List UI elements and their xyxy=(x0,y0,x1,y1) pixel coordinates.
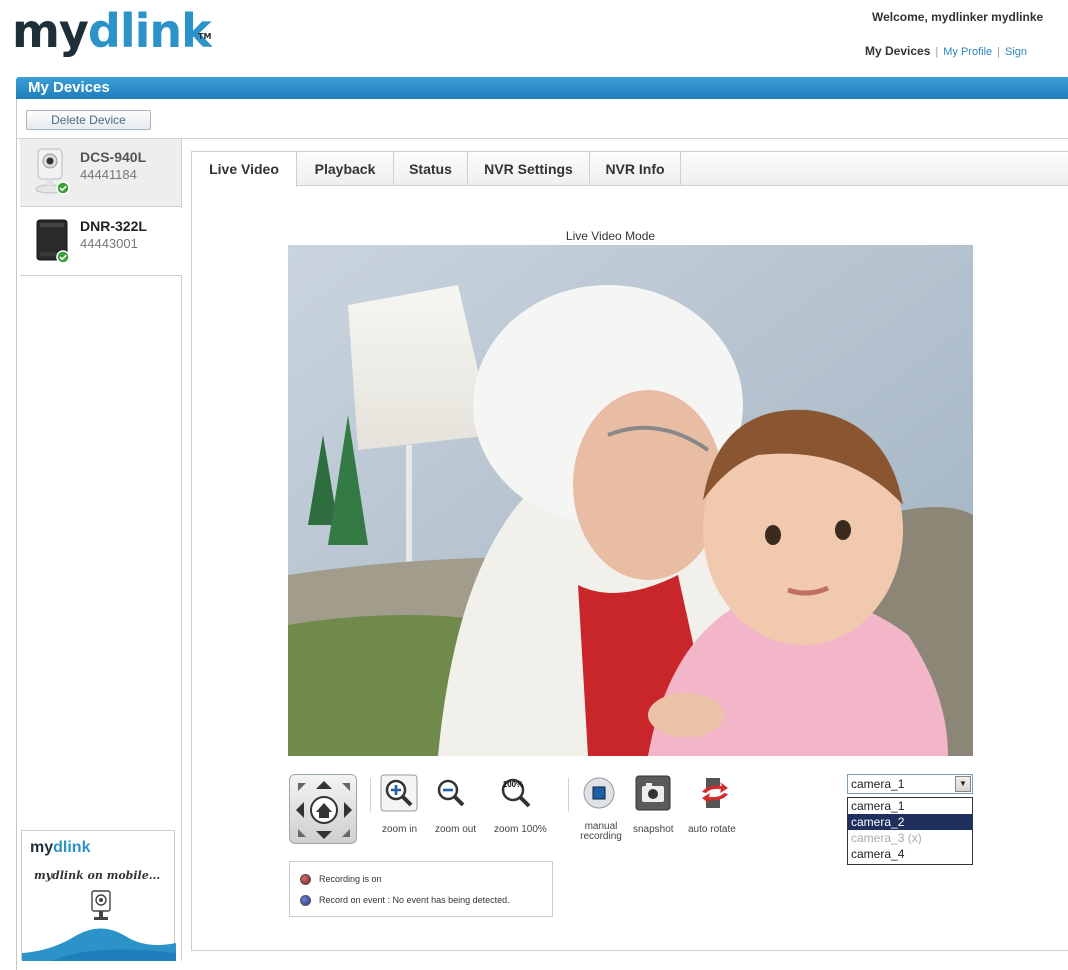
recording-status-box: Recording is on Record on event : No eve… xyxy=(289,861,553,917)
tab-status[interactable]: Status xyxy=(394,152,468,186)
auto-rotate-icon[interactable] xyxy=(696,774,734,812)
page-title-bar: My Devices xyxy=(16,77,1068,99)
device-item-dcs-940l[interactable]: DCS-940L 44441184 xyxy=(20,139,182,207)
camera-select-value: camera_1 xyxy=(851,777,905,791)
snapshot-label: snapshot xyxy=(633,824,674,835)
online-check-icon xyxy=(56,181,70,195)
mobile-promo-banner[interactable]: mydlink mydlink on mobile... xyxy=(21,830,176,961)
zoom-in-label: zoom in xyxy=(382,824,418,835)
auto-rotate-label: auto rotate xyxy=(688,824,736,835)
zoom-100-icon[interactable]: 100% xyxy=(497,774,535,812)
nav-my-profile[interactable]: My Profile xyxy=(943,46,992,58)
live-video-mode-label: Live Video Mode xyxy=(565,229,656,243)
zoom-out-icon[interactable] xyxy=(432,774,470,812)
control-divider xyxy=(370,778,371,812)
camera-option: camera_3 (x) xyxy=(851,831,922,845)
tab-nvr-settings[interactable]: NVR Settings xyxy=(468,152,590,186)
device-item-dnr-322l[interactable]: DNR-322L 44443001 xyxy=(20,208,182,276)
ptz-arrows-icon xyxy=(296,781,352,839)
top-nav: My Devices | My Profile | Sign xyxy=(865,44,1027,58)
control-divider xyxy=(568,778,569,812)
zoom-out-label: zoom out xyxy=(435,824,477,835)
delete-device-button[interactable]: Delete Device xyxy=(26,110,151,130)
camera-icon xyxy=(91,890,111,920)
mydlink-logo[interactable]: mydlink TM xyxy=(12,6,212,56)
wave-graphic xyxy=(22,928,176,961)
nvr-device-icon xyxy=(36,219,70,264)
camera-option[interactable]: camera_4 xyxy=(848,846,972,862)
event-status-row: Record on event : No event has being det… xyxy=(300,895,510,907)
manual-recording-label: manual recording xyxy=(580,821,622,842)
zoom-100-label: zoom 100% xyxy=(494,824,547,835)
online-check-icon xyxy=(56,250,70,264)
device-name: DNR-322L xyxy=(80,218,147,234)
promo-logo: mydlink xyxy=(30,839,91,856)
tab-nvr-info[interactable]: NVR Info xyxy=(590,152,681,186)
ip-camera-icon xyxy=(35,148,70,195)
event-status-text: Record on event : No event has being det… xyxy=(319,895,510,905)
video-frame-image xyxy=(288,245,973,756)
tab-bar: Live Video Playback Status NVR Settings … xyxy=(192,152,1068,187)
svg-text:100%: 100% xyxy=(503,780,523,789)
manual-recording-icon[interactable] xyxy=(580,774,618,812)
camera-dropdown-list: camera_1 camera_2 camera_3 (x) camera_4 xyxy=(847,797,973,865)
ptz-control-pad[interactable] xyxy=(289,774,357,844)
recording-status-row: Recording is on xyxy=(300,874,382,886)
event-indicator-icon xyxy=(300,895,311,907)
tab-playback[interactable]: Playback xyxy=(297,152,394,186)
camera-option[interactable]: camera_2 xyxy=(848,814,972,830)
nav-separator: | xyxy=(935,46,939,58)
camera-option[interactable]: camera_1 xyxy=(848,798,972,814)
device-name: DCS-940L xyxy=(80,149,147,165)
promo-tagline: mydlink on mobile... xyxy=(34,869,161,882)
welcome-message: Welcome, mydlinker mydlinke xyxy=(872,10,1044,24)
page-title: My Devices xyxy=(28,79,110,96)
device-content-panel: Live Video Playback Status NVR Settings … xyxy=(191,151,1068,951)
recording-status-text: Recording is on xyxy=(319,874,382,884)
nav-sign-out[interactable]: Sign xyxy=(1005,46,1027,58)
tab-live-video[interactable]: Live Video xyxy=(192,152,297,187)
device-id: 44443001 xyxy=(80,236,138,251)
recording-indicator-icon xyxy=(300,874,311,886)
camera-select[interactable]: camera_1 ▼ xyxy=(847,774,973,794)
nav-my-devices[interactable]: My Devices xyxy=(865,44,930,58)
dropdown-arrow-icon[interactable]: ▼ xyxy=(955,776,971,792)
snapshot-icon[interactable] xyxy=(634,774,672,812)
device-id: 44441184 xyxy=(80,167,137,182)
zoom-in-icon[interactable] xyxy=(380,774,418,812)
live-video-feed[interactable] xyxy=(288,245,973,756)
nav-separator: | xyxy=(997,46,1000,58)
